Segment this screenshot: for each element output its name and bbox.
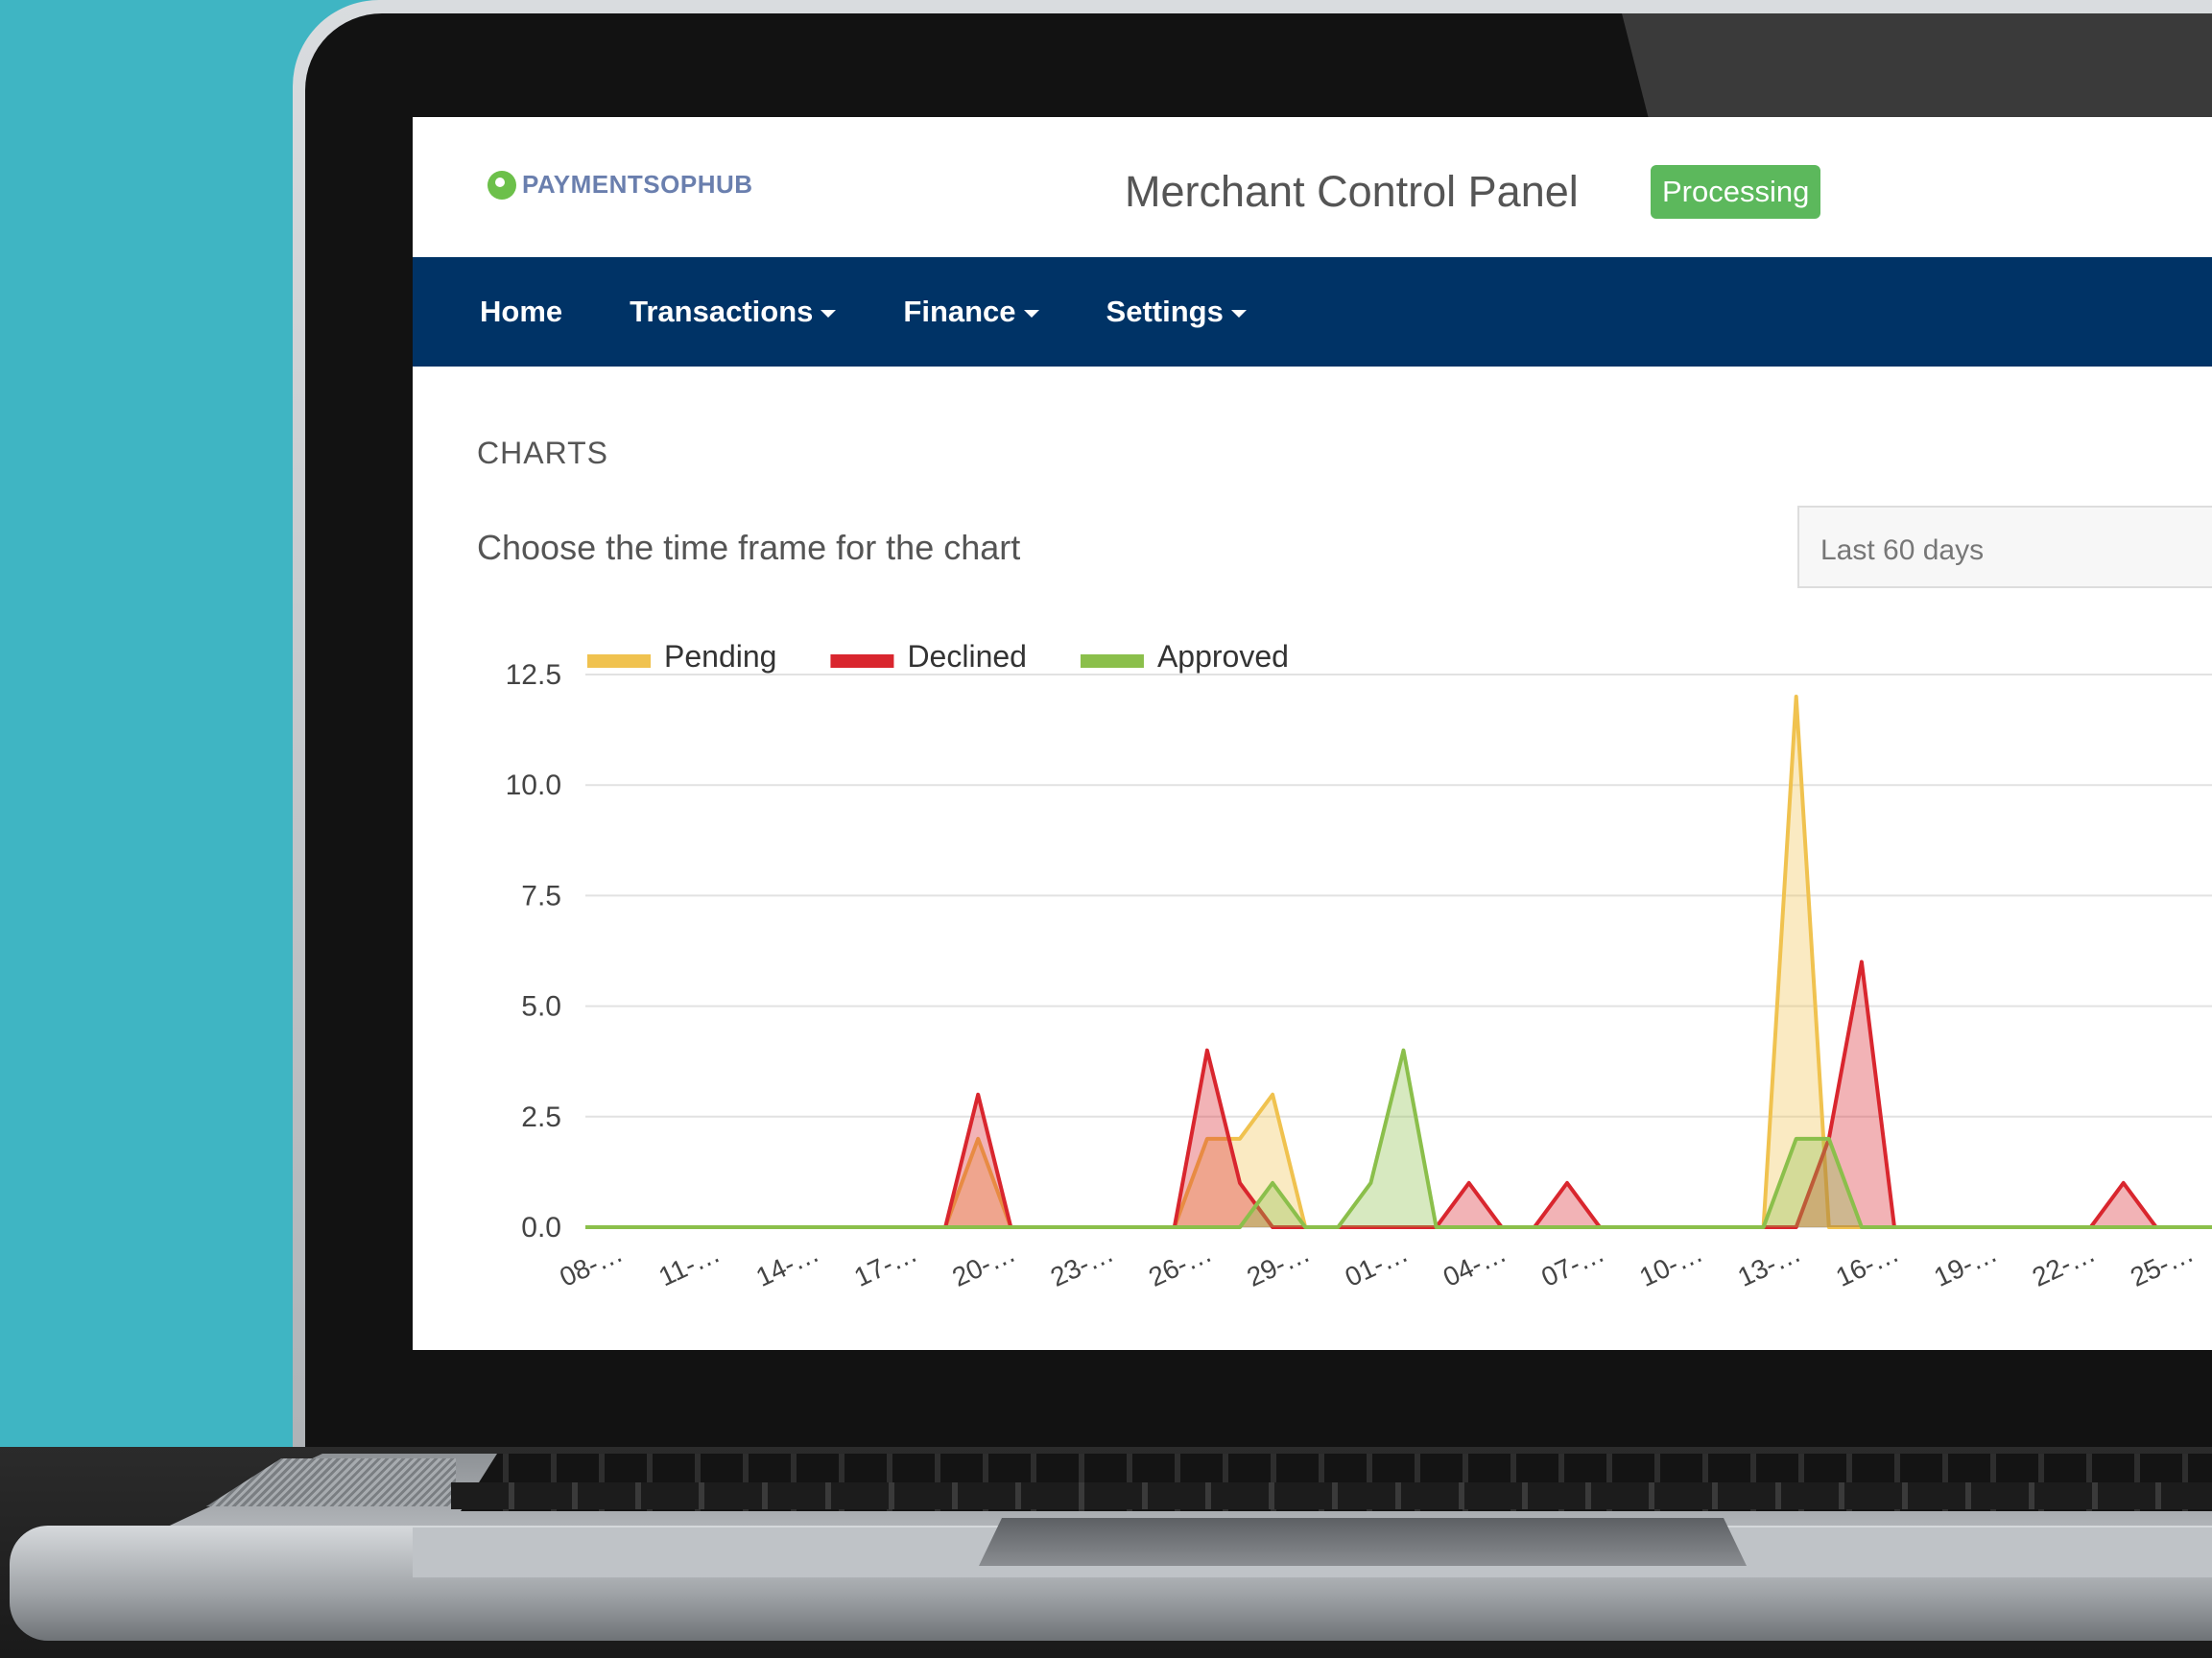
x-tick-label: 22-… <box>2028 1238 2100 1292</box>
y-tick-label: 0.0 <box>521 1212 561 1244</box>
timeframe-prompt: Choose the time frame for the chart <box>477 528 1021 567</box>
logo-text: PAYMENTSOPHUB <box>522 170 753 199</box>
nav-transactions[interactable]: Transactions <box>630 295 837 329</box>
x-tick-label: 10-… <box>1635 1238 1707 1292</box>
screen: PAYMENTSOPHUB Merchant Control Panel Pro… <box>413 117 2212 1350</box>
nav-settings-label: Settings <box>1106 295 1224 328</box>
nav-home[interactable]: Home <box>480 295 562 329</box>
legend-swatch <box>830 654 894 668</box>
legend-swatch <box>587 654 651 668</box>
top-bar: PAYMENTSOPHUB Merchant Control Panel Pro… <box>413 117 2212 257</box>
x-tick-label: 19-… <box>1930 1238 2002 1292</box>
timeframe-select[interactable]: Last 60 days <box>1797 506 2212 588</box>
nav-settings[interactable]: Settings <box>1106 295 1247 329</box>
x-tick-label: 04-… <box>1439 1238 1510 1292</box>
x-tick-label: 29-… <box>1243 1238 1315 1292</box>
x-tick-label: 13-… <box>1733 1238 1805 1292</box>
nav-transactions-label: Transactions <box>630 295 814 328</box>
brand-logo[interactable]: PAYMENTSOPHUB <box>488 170 753 200</box>
x-tick-label: 08-… <box>555 1238 627 1292</box>
bezel-glare <box>1622 13 2212 119</box>
y-tick-label: 7.5 <box>521 880 561 912</box>
section-heading: CHARTS <box>477 436 608 470</box>
caret-down-icon <box>1230 310 1247 318</box>
legend-label: Declined <box>907 639 1027 674</box>
y-tick-label: 10.0 <box>506 770 561 801</box>
x-tick-label: 23-… <box>1046 1238 1118 1292</box>
keyboard-row <box>451 1482 2212 1509</box>
x-tick-label: 26-… <box>1144 1238 1216 1292</box>
caret-down-icon <box>1023 310 1039 318</box>
legend-label: Pending <box>664 639 776 674</box>
status-badge: Processing <box>1651 165 1821 219</box>
x-tick-label: 14-… <box>751 1238 823 1292</box>
x-tick-label: 16-… <box>1831 1238 1903 1292</box>
trackpad <box>979 1518 1747 1566</box>
page-title: Merchant Control Panel <box>1125 167 1579 216</box>
caret-down-icon <box>821 310 837 318</box>
legend-swatch <box>1080 654 1144 668</box>
transactions-chart: 0.0 2.5 5.0 7.5 10.0 12.5 Pending Declined Appro… <box>506 639 2212 1292</box>
y-tick-label: 5.0 <box>521 991 561 1023</box>
y-tick-label: 12.5 <box>506 659 561 691</box>
logo-icon <box>488 170 516 200</box>
legend-label: Approved <box>1157 639 1289 674</box>
y-tick-label: 2.5 <box>521 1101 561 1133</box>
x-tick-label: 17-… <box>849 1238 921 1292</box>
nav-home-label: Home <box>480 295 563 328</box>
x-tick-label: 11-… <box>654 1238 725 1291</box>
nav-finance[interactable]: Finance <box>903 295 1039 329</box>
x-tick-label: 20-… <box>948 1238 1020 1292</box>
x-tick-label: 01-… <box>1341 1238 1413 1292</box>
x-tick-label: 07-… <box>1536 1238 1608 1292</box>
x-tick-label: 25-… <box>2126 1238 2198 1292</box>
main-nav: Home Transactions Finance Settings <box>413 257 2212 367</box>
nav-finance-label: Finance <box>903 295 1016 328</box>
